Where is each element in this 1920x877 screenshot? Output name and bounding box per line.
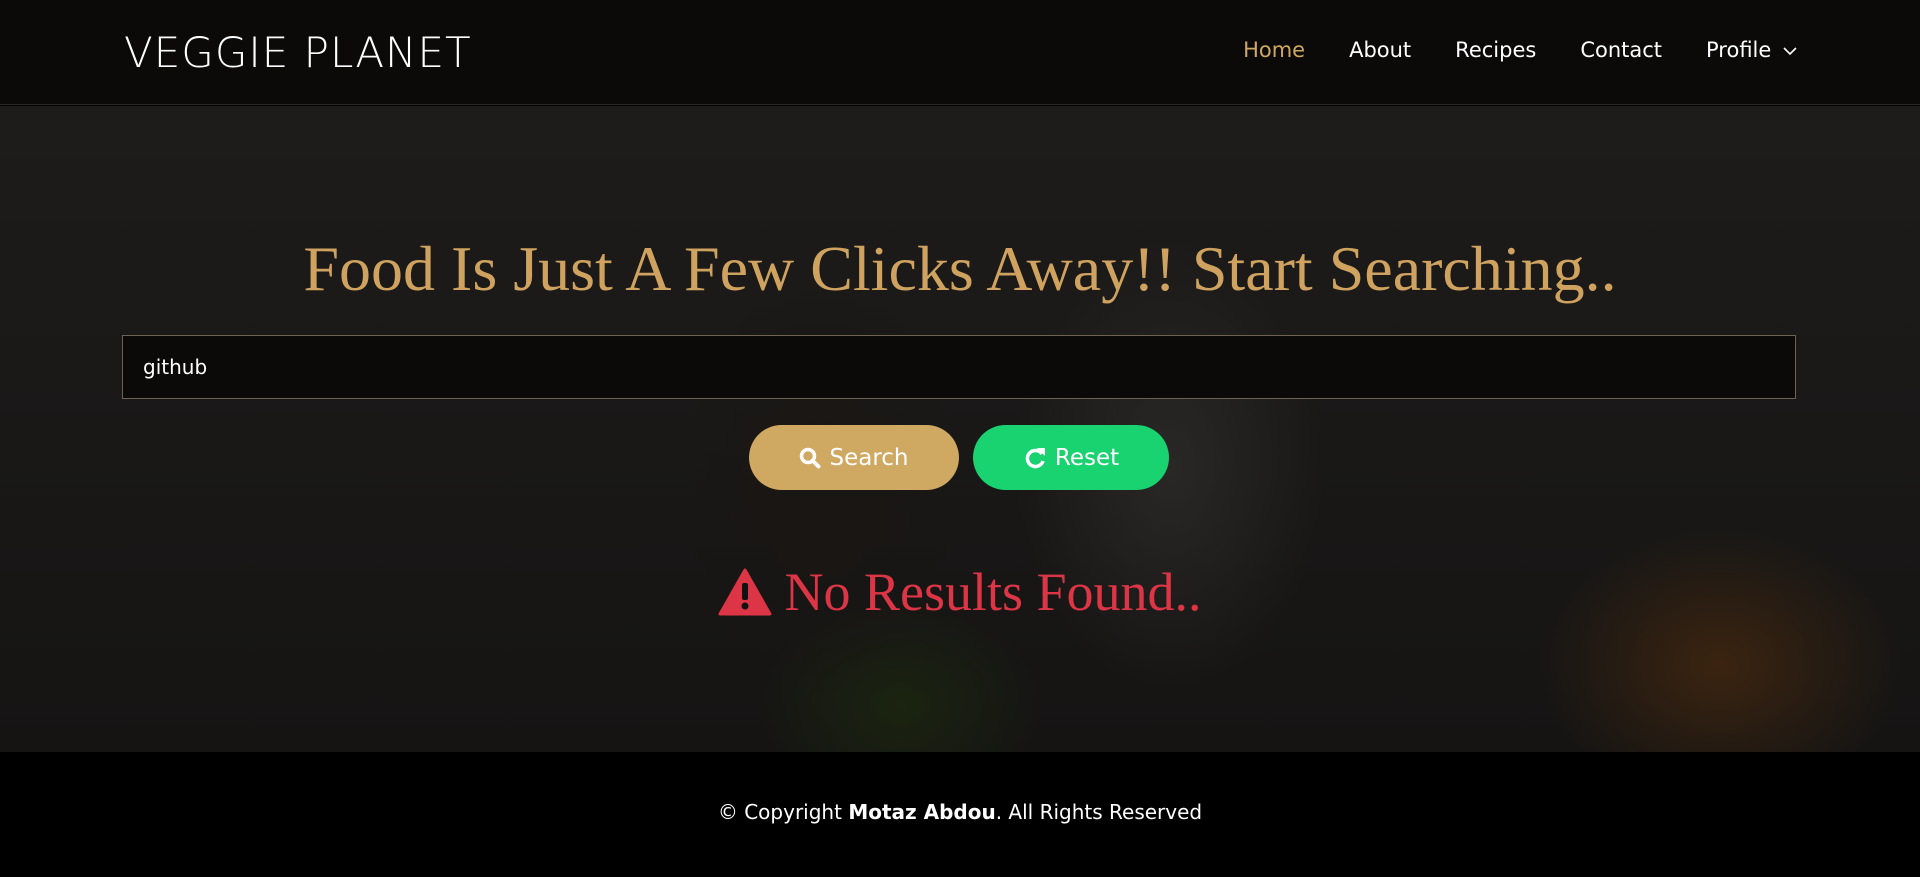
- search-button-label: Search: [829, 444, 909, 471]
- nav-home[interactable]: Home: [1243, 38, 1305, 62]
- copyright-author: Motaz Abdou: [848, 800, 996, 824]
- no-results-message: No Results Found..: [0, 561, 1920, 623]
- copyright-suffix: . All Rights Reserved: [995, 800, 1203, 824]
- reset-button[interactable]: Reset: [973, 425, 1169, 490]
- nav-recipes[interactable]: Recipes: [1455, 38, 1536, 62]
- nav-contact[interactable]: Contact: [1580, 38, 1662, 62]
- no-results-text: No Results Found..: [784, 562, 1202, 622]
- copyright-prefix: © Copyright: [717, 800, 849, 824]
- nav-profile[interactable]: Profile: [1706, 38, 1798, 62]
- search-button[interactable]: Search: [749, 425, 959, 490]
- reset-button-label: Reset: [1054, 444, 1120, 471]
- page-title: Food Is Just A Few Clicks Away!! Start S…: [303, 233, 1617, 304]
- redo-icon: [1025, 447, 1045, 468]
- brand-logo[interactable]: VEGGIE PLANET: [124, 28, 472, 77]
- search-icon: [800, 447, 821, 468]
- hero-section: Food Is Just A Few Clicks Away!! Start S…: [0, 106, 1920, 752]
- nav-about[interactable]: About: [1349, 38, 1411, 62]
- footer: © Copyright Motaz Abdou. All Rights Rese…: [0, 752, 1920, 877]
- search-input[interactable]: [122, 335, 1796, 399]
- warning-icon: [718, 568, 772, 616]
- nav-menu: Home About Recipes Contact Profile: [1243, 38, 1798, 62]
- nav-profile-label: Profile: [1706, 38, 1772, 62]
- navbar: VEGGIE PLANET Home About Recipes Contact…: [0, 0, 1920, 105]
- chevron-down-icon: [1783, 47, 1797, 56]
